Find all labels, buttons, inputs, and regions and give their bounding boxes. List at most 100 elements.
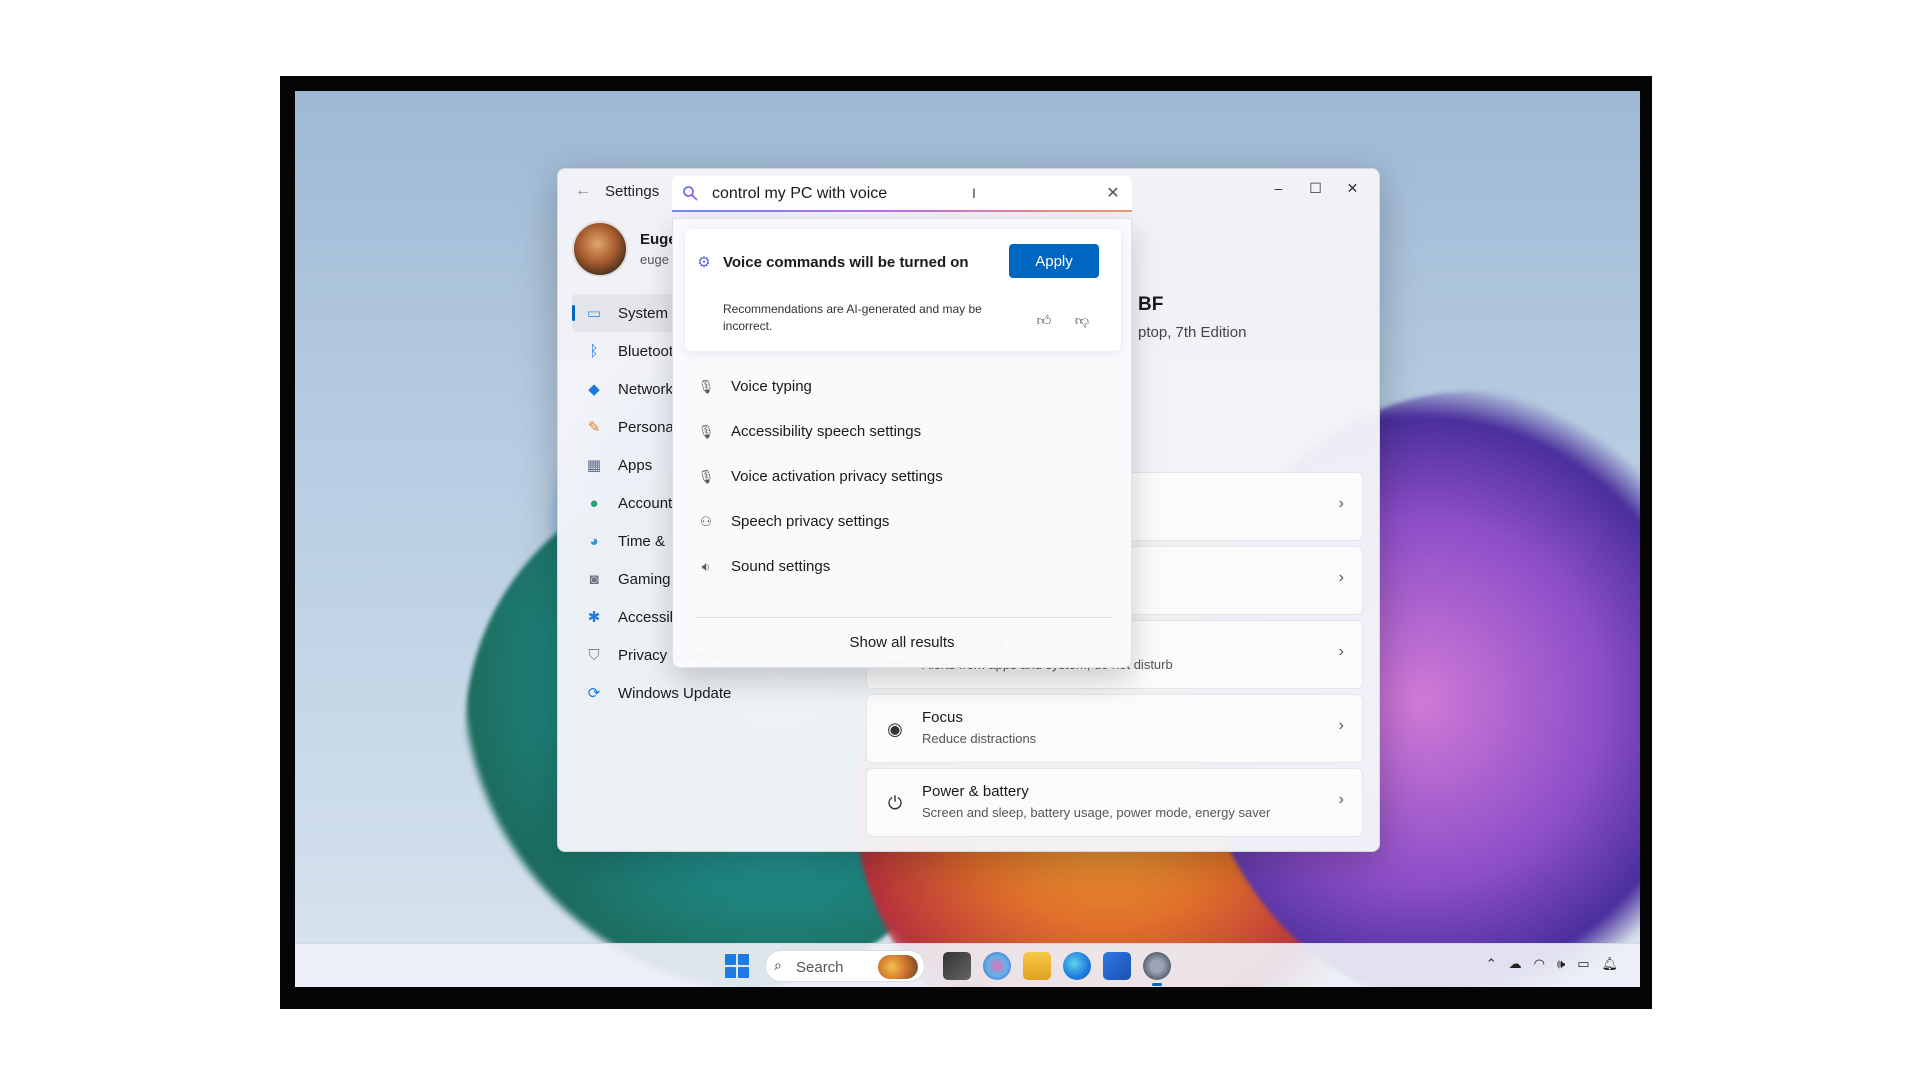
window-controls: – ☐ ✕ (1260, 175, 1371, 201)
file-explorer-icon[interactable] (1023, 952, 1051, 980)
speech-people-icon: ⚇ (700, 513, 712, 529)
sidebar-item-label: Apps (618, 456, 653, 474)
onedrive-icon[interactable]: ☁ (1509, 956, 1522, 972)
sidebar-item-label: Network (618, 380, 674, 398)
volume-icon[interactable]: 🕪︎ (1557, 956, 1565, 972)
maximize-button[interactable]: ☐ (1297, 175, 1334, 201)
divider (695, 617, 1111, 618)
bluetooth-icon: ᛒ (589, 342, 599, 360)
microphone-filled-icon: 🎙︎ (697, 468, 715, 484)
search-result-item[interactable]: ⚇ Speech privacy settings (685, 499, 1121, 544)
show-all-results-button[interactable]: Show all results (673, 619, 1131, 667)
sidebar-item-label: Personal (618, 418, 678, 436)
search-result-item[interactable]: 🎙︎ Accessibility speech settings (685, 409, 1121, 454)
desktop: ← Settings I ✕ – ☐ ✕ Euge euge (295, 91, 1640, 987)
microphone-icon: 🎙︎ (697, 423, 715, 439)
minimize-button[interactable]: – (1260, 175, 1297, 201)
task-view-icon[interactable] (943, 952, 971, 980)
focus-icon: ◉ (887, 719, 903, 739)
chevron-right-icon: › (1338, 717, 1344, 734)
gear-icon: ⚙ (697, 254, 711, 271)
back-button[interactable]: ← (570, 181, 596, 201)
suggestion-title: Voice commands will be turned on (723, 254, 969, 271)
settings-app-icon[interactable] (1143, 952, 1171, 986)
chevron-right-icon: › (1338, 495, 1344, 512)
device-info: BF ptop, 7th Edition (1138, 294, 1246, 341)
sidebar-item-label: Accessib (618, 608, 679, 626)
apps-icon: ▦ (586, 457, 602, 474)
title-bar: ← Settings I ✕ – ☐ ✕ (558, 169, 1379, 213)
settings-window: ← Settings I ✕ – ☐ ✕ Euge euge (557, 168, 1380, 852)
brush-icon: ✎ (587, 419, 601, 436)
ai-suggestion-card: ⚙ Voice commands will be turned on Apply… (685, 229, 1121, 351)
power-icon: ⏻ (887, 793, 903, 813)
sidebar-item-label: Windows Update (618, 684, 732, 702)
update-icon: ⟳ (587, 685, 601, 702)
store-icon[interactable] (1103, 952, 1131, 980)
chevron-right-icon: › (1338, 791, 1344, 808)
device-name: BF (1138, 294, 1164, 315)
wifi-icon[interactable]: ◠ (1534, 956, 1545, 972)
chevron-up-icon[interactable]: ⌃ (1486, 956, 1497, 972)
wifi-icon: ◆ (588, 381, 600, 398)
profile-email: euge (640, 252, 669, 267)
user-profile[interactable]: Euge euge (572, 221, 677, 281)
settings-card[interactable]: ◉ Focus Reduce distractions › (866, 694, 1363, 763)
close-button[interactable]: ✕ (1334, 175, 1371, 201)
speaker-icon: 🔉︎ (701, 558, 711, 574)
search-result-label: Accessibility speech settings (731, 423, 922, 440)
sidebar-item-label: Time & (618, 532, 665, 550)
search-input[interactable] (712, 182, 1092, 206)
microphone-icon: 🎙︎ (697, 378, 715, 394)
notification-bell-icon[interactable]: 🔔︎ (1601, 956, 1618, 972)
battery-icon[interactable]: ▭ (1577, 956, 1589, 972)
search-result-list: 🎙︎ Voice typing 🎙︎ Accessibility speech set… (685, 364, 1121, 589)
accessibility-icon: ✱ (587, 609, 601, 626)
sidebar-item-label: Gaming (618, 570, 671, 588)
search-result-item[interactable]: 🔉︎ Sound settings (685, 544, 1121, 589)
settings-card[interactable]: ⏻ Power & battery Screen and sleep, batter… (866, 768, 1363, 837)
ai-disclaimer: Recommendations are AI-generated and may… (723, 302, 982, 333)
sidebar-item[interactable]: ⟳ Windows Update (572, 674, 792, 712)
settings-search-box[interactable]: I ✕ (672, 176, 1132, 212)
search-result-label: Sound settings (731, 558, 831, 575)
card-title: Focus (922, 709, 963, 726)
search-result-item[interactable]: 🎙︎ Voice activation privacy settings (685, 454, 1121, 499)
window-title: Settings (605, 183, 660, 200)
avatar (572, 221, 628, 277)
taskbar-search-label: Search (796, 959, 844, 976)
search-icon (683, 186, 698, 201)
search-icon: ⌕ (774, 957, 782, 973)
card-description: Screen and sleep, battery usage, power m… (922, 805, 1271, 820)
apply-button[interactable]: Apply (1009, 244, 1099, 278)
search-highlight-icon (878, 955, 918, 979)
edge-icon[interactable] (1063, 952, 1091, 980)
search-result-label: Voice activation privacy settings (731, 468, 943, 485)
chevron-right-icon: › (1338, 569, 1344, 586)
device-model: ptop, 7th Edition (1138, 324, 1247, 341)
sidebar-item-label: Bluetoot (618, 342, 674, 360)
globe-clock-icon: ◕ (589, 532, 599, 550)
search-results-dropdown: ⚙ Voice commands will be turned on Apply… (672, 218, 1132, 668)
thumbs-down-icon[interactable]: 👎︎ (1069, 309, 1095, 331)
search-result-item[interactable]: 🎙︎ Voice typing (685, 364, 1121, 409)
chevron-right-icon: › (1338, 643, 1344, 660)
card-description: Reduce distractions (922, 731, 1037, 746)
text-cursor-icon: I (972, 185, 976, 201)
system-tray: ⌃ ☁ ◠ 🕪︎ ▭ 🔔︎ (1486, 956, 1618, 972)
start-button[interactable] (725, 954, 749, 978)
person-icon: ● (589, 494, 599, 512)
copilot-icon[interactable] (983, 952, 1011, 980)
gamepad-icon: ◙ (589, 570, 599, 588)
sidebar-item-label: System (618, 304, 669, 322)
card-title: Power & battery (922, 783, 1029, 800)
thumbs-up-icon[interactable]: 👍︎ (1031, 309, 1057, 331)
sidebar-item-label: Account (618, 494, 673, 512)
search-result-label: Speech privacy settings (731, 513, 890, 530)
search-result-label: Voice typing (731, 378, 812, 395)
taskbar: ⌕ Search ⌃ ☁ ◠ 🕪︎ ▭ 🔔︎ (295, 943, 1640, 987)
monitor-icon: ▭ (586, 305, 602, 322)
taskbar-search[interactable]: ⌕ Search (765, 950, 925, 982)
shield-icon: ⛉ (588, 646, 600, 664)
clear-search-button[interactable]: ✕ (1102, 183, 1124, 205)
